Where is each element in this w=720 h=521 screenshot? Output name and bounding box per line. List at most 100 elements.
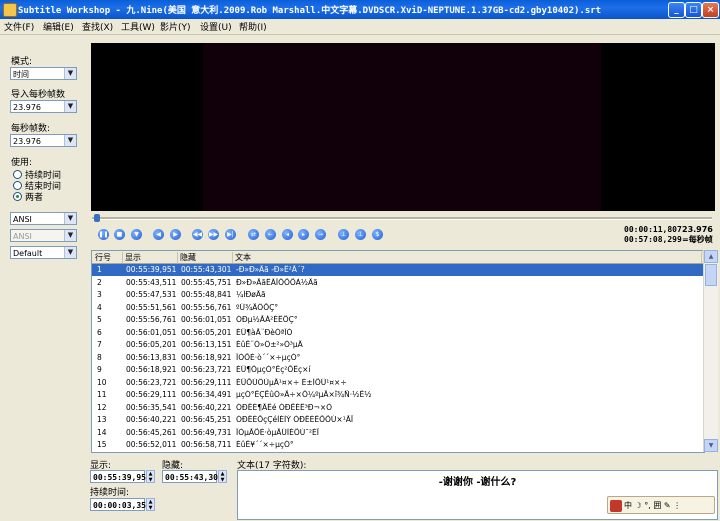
skip-forward-icon[interactable]: ▶| [225, 229, 236, 240]
set-start-icon[interactable]: ← [265, 229, 276, 240]
chevron-down-icon[interactable]: ▼ [64, 247, 76, 258]
table-row[interactable]: 8 00:56:13,831 00:56:18,921 ÎÒÕÉ·ò´´×÷µçÓ° [92, 352, 704, 364]
row-number: 8 [97, 352, 102, 362]
duration-spinner[interactable]: ▲ ▼ [146, 498, 155, 511]
row-text: ÓÐÊÉÕçÇéÌÉÌÝ ÓÐÊÉÊÕÕÚ×¹ÃÏ [236, 415, 354, 424]
table-row[interactable]: 1 00:55:39,951 00:55:43,301 -Ð»Ð»Äã -Ð»Ê²Ã´… [92, 264, 704, 277]
hide-time-spinner[interactable]: ▲ ▼ [218, 470, 227, 483]
table-row[interactable]: 3 00:55:47,531 00:55:48,841 ¼ÍÐøÄã [92, 289, 704, 301]
column-header-text[interactable]: 文本 [235, 252, 702, 263]
table-row[interactable]: 12 00:56:35,541 00:56:40,221 ÓÐÊÉ¶ÃÊé ÓÐÊÉÊ… [92, 402, 704, 414]
row-number: 3 [97, 290, 102, 299]
row-show-time: 00:56:05,201 [126, 340, 177, 349]
menu-tools[interactable]: 工具(W) [121, 20, 155, 33]
snapshot-icon[interactable]: ⊥ [355, 229, 366, 240]
fps-label: 每秒帧数: [11, 124, 51, 134]
maximize-button[interactable]: □ [685, 2, 702, 18]
table-row[interactable]: 6 00:56:01,051 00:56:05,201 ÈÛ¶àÃ¨ÐèÒªÎÒ [92, 327, 704, 339]
time-readout: 00:00:11,807 00:57:08,299 [624, 225, 682, 245]
close-button[interactable]: × [702, 2, 719, 18]
row-hide-time: 00:56:18,921 [181, 352, 232, 362]
row-number: 10 [97, 377, 107, 387]
fast-forward-icon[interactable]: ▶▶ [208, 229, 219, 240]
row-show-time: 00:55:47,531 [126, 290, 177, 299]
set-end-alt-icon[interactable]: → [315, 229, 326, 240]
row-number: 11 [97, 390, 107, 399]
table-row[interactable]: 2 00:55:43,511 00:55:45,751 Ð»Ð»ÄãÊÂÎÔÕÕÀ½Ä… [92, 277, 704, 289]
forward-icon[interactable]: ▶ [170, 229, 181, 240]
back-icon[interactable]: ◀ [153, 229, 164, 240]
table-header: 行号 显示 隐藏 文本 [92, 251, 704, 264]
table-row[interactable]: 7 00:56:05,201 00:56:13,151 ÈûÊ¨Ò»Ö±²»Ò³µÄ [92, 339, 704, 351]
show-time-input[interactable]: 00:55:39,951 [90, 470, 151, 483]
format-select[interactable]: Default ▼ [10, 246, 77, 259]
format-value: Default [13, 249, 43, 258]
table-row[interactable]: 15 00:56:52,011 00:56:58,711 ÈûÊ¥´´×÷µçÓ° [92, 439, 704, 451]
row-text: ÈÛ¶àÃ¨ÐèÒªÎÒ [236, 327, 293, 337]
stop-icon[interactable]: ■ [114, 229, 125, 240]
duration-input[interactable]: 00:00:03,350 [90, 498, 151, 511]
radio-both[interactable]: 两者 [13, 190, 43, 203]
table-row[interactable]: 11 00:56:29,111 00:56:34,491 µçÓ°ÊÇËûÒ»Ã÷×Ô… [92, 389, 704, 401]
table-scrollbar[interactable]: ▲ ▼ [703, 250, 718, 452]
scroll-up-icon[interactable]: ▲ [704, 250, 718, 263]
add-subtitle-icon[interactable]: ⊥ [338, 229, 349, 240]
row-hide-time: 00:55:56,761 [181, 302, 232, 312]
scroll-down-icon[interactable]: ▼ [704, 439, 718, 452]
menu-movie[interactable]: 影片(Y) [160, 20, 191, 33]
charset-select-2: ANSI ▼ [10, 229, 77, 242]
menu-help[interactable]: 帮助(I) [239, 20, 267, 33]
set-end-icon[interactable]: ▸ [298, 229, 309, 240]
ime-toolbar[interactable]: 中 ☽ °, 囲 ✎ ⋮ [607, 496, 715, 514]
subtitle-table[interactable]: 行号 显示 隐藏 文本 1 00:55:39,951 00:55:43,301 -Ð»… [91, 250, 705, 453]
menu-settings[interactable]: 设置(U) [200, 20, 232, 33]
seek-thumb[interactable] [94, 214, 100, 222]
download-icon[interactable]: ▼ [131, 229, 142, 240]
row-show-time: 00:56:52,011 [126, 440, 177, 449]
show-time-spinner[interactable]: ▲ ▼ [146, 470, 155, 483]
table-row[interactable]: 9 00:56:18,921 00:56:23,721 ÈÛ¶ÔµçÓ°Êç²ÕÊç×… [92, 364, 704, 376]
set-start-alt-icon[interactable]: ◂ [282, 229, 293, 240]
chevron-down-icon[interactable]: ▼ [64, 101, 76, 112]
chevron-down-icon[interactable]: ▼ [64, 68, 76, 79]
input-fps-select[interactable]: 23.976 ▼ [10, 100, 77, 113]
fps-select[interactable]: 23.976 ▼ [10, 134, 77, 147]
menu-find[interactable]: 查找(X) [82, 20, 113, 33]
chevron-down-icon[interactable]: ▼ [64, 135, 76, 146]
hide-time-input[interactable]: 00:55:43,301 [162, 470, 223, 483]
pause-icon[interactable]: ❚❚ [98, 229, 109, 240]
charset-select-1[interactable]: ANSI ▼ [10, 212, 77, 225]
fps-value: 23.976 [13, 137, 41, 146]
row-hide-time: 00:56:34,491 [181, 390, 232, 399]
video-preview[interactable] [91, 43, 715, 211]
sync-icon[interactable]: ⇄ [248, 229, 259, 240]
menu-bar: 文件(F) 编辑(E) 查找(X) 工具(W) 影片(Y) 设置(U) 帮助(I… [0, 19, 720, 35]
seek-bar[interactable] [92, 214, 712, 222]
column-header-number[interactable]: 行号 [95, 252, 123, 263]
row-show-time: 00:56:40,221 [126, 415, 177, 424]
row-text: ÈûÊ¨Ò»Ö±²»Ò³µÄ [236, 340, 303, 349]
row-hide-time: 00:55:45,751 [181, 277, 232, 287]
row-text: ºÜ¾ÃÖÕÇ° [236, 302, 279, 312]
row-text: -Ð»Ð»Äã -Ð»Ê²Ã´? [236, 265, 305, 274]
row-show-time: 00:56:13,831 [126, 352, 177, 362]
column-header-hide[interactable]: 隐藏 [180, 252, 233, 263]
minimize-button[interactable]: _ [668, 2, 685, 18]
row-text: ÈûÊ¥´´×÷µçÓ° [236, 440, 294, 449]
row-hide-time: 00:56:13,151 [181, 340, 232, 349]
table-row[interactable]: 14 00:56:45,261 00:56:49,731 ÎÒµÃÕÉ·òµÄÜÌÈÕ… [92, 427, 704, 439]
row-text: µçÓ°ÊÇËûÒ»Ã÷×Ô¼ºµÄ×î¾Ñ·½Ê½ [236, 390, 372, 399]
player-fps-unit: =每秒帧 [682, 235, 713, 244]
rewind-icon[interactable]: ◀◀ [192, 229, 203, 240]
table-row[interactable]: 4 00:55:51,561 00:55:56,761 ºÜ¾ÃÖÕÇ° [92, 302, 704, 314]
chevron-down-icon[interactable]: ▼ [64, 213, 76, 224]
table-row[interactable]: 5 00:55:56,761 00:56:01,051 ÓÐµ½ÃÀ²ÉÊÕÇ° [92, 314, 704, 326]
settings-icon[interactable]: $ [372, 229, 383, 240]
column-header-show[interactable]: 显示 [125, 252, 178, 263]
mode-select[interactable]: 时间 ▼ [10, 67, 77, 80]
table-row[interactable]: 13 00:56:40,221 00:56:45,251 ÓÐÊÉÕçÇéÌÉÌÝ Ó… [92, 414, 704, 426]
menu-edit[interactable]: 编辑(E) [43, 20, 74, 33]
scroll-thumb[interactable] [705, 264, 717, 286]
table-row[interactable]: 10 00:56:23,721 00:56:29,111 ÈÛÕÙÖÚµÄ¹¤×÷ É… [92, 377, 704, 389]
menu-file[interactable]: 文件(F) [4, 20, 34, 33]
